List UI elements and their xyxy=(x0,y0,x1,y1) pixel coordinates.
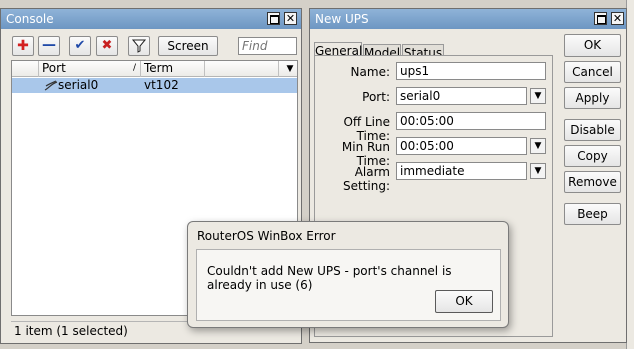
off-line-time-field[interactable]: 00:05:00 xyxy=(396,112,546,130)
table-row[interactable]: serial0 vt102 xyxy=(12,78,297,93)
new-ups-titlebar[interactable]: New UPS xyxy=(310,9,626,29)
apply-button[interactable]: Apply xyxy=(564,87,621,109)
name-label: Name: xyxy=(350,65,390,79)
disable-button[interactable]: Disable xyxy=(564,119,621,141)
table-header: Port / Term ▼ xyxy=(12,61,297,77)
plus-icon: ✚ xyxy=(17,38,29,54)
column-header-port[interactable]: Port / xyxy=(39,61,141,77)
name-field[interactable]: ups1 xyxy=(396,62,546,80)
min-run-time-dropdown-arrow-icon[interactable]: ▼ xyxy=(530,138,546,154)
apply-button-label: Apply xyxy=(575,91,610,105)
filter-icon xyxy=(131,39,147,53)
port-label: Port: xyxy=(362,90,390,104)
sort-icon: / xyxy=(132,63,136,73)
console-maximize-button[interactable] xyxy=(267,12,280,25)
copy-button-label: Copy xyxy=(577,149,608,163)
beep-button[interactable]: Beep xyxy=(564,203,621,225)
remove-button[interactable]: — xyxy=(38,36,60,56)
new-ups-maximize-button[interactable] xyxy=(594,12,607,25)
status-text: 1 item (1 selected) xyxy=(14,324,128,338)
alarm-setting-dropdown-arrow-icon[interactable]: ▼ xyxy=(530,163,546,179)
column-header-rest xyxy=(205,61,279,77)
ok-button[interactable]: OK xyxy=(564,34,621,57)
console-close-button[interactable]: ✕ xyxy=(284,12,297,25)
minus-icon: — xyxy=(42,37,56,53)
remove-button-label: Remove xyxy=(568,175,617,189)
screen-button-label: Screen xyxy=(167,39,209,53)
column-header-port-label: Port xyxy=(42,61,66,75)
error-dialog-body: Couldn't add New UPS - port's channel is… xyxy=(196,249,501,321)
min-run-time-label: Min Run Time: xyxy=(341,140,390,168)
check-icon: ✔ xyxy=(74,38,86,53)
console-title: Console xyxy=(6,12,54,26)
alarm-setting-label: Alarm Setting: xyxy=(342,165,390,193)
error-dialog: RouterOS WinBox Error Couldn't add New U… xyxy=(187,221,509,328)
new-ups-title: New UPS xyxy=(315,12,369,26)
error-dialog-title: RouterOS WinBox Error xyxy=(197,229,336,243)
console-titlebar[interactable]: Console xyxy=(1,9,301,29)
error-ok-button[interactable]: OK xyxy=(435,290,493,313)
cancel-button[interactable]: Cancel xyxy=(564,61,621,83)
min-run-time-field[interactable]: 00:05:00 xyxy=(396,137,527,155)
copy-button[interactable]: Copy xyxy=(564,145,621,167)
disable-button-label: Disable xyxy=(570,123,615,137)
enable-button[interactable]: ✔ xyxy=(69,36,91,56)
x-icon: ✖ xyxy=(101,38,113,53)
beep-button-label: Beep xyxy=(577,207,608,221)
find-input[interactable] xyxy=(238,37,297,55)
column-header-blank xyxy=(12,61,39,77)
background-window-strip xyxy=(626,0,634,349)
remove-button[interactable]: Remove xyxy=(564,171,621,193)
disable-button[interactable]: ✖ xyxy=(96,36,118,56)
new-ups-close-button[interactable]: ✕ xyxy=(611,12,624,25)
column-header-term-label: Term xyxy=(144,61,174,75)
ok-button-label: OK xyxy=(583,38,602,52)
port-select[interactable]: serial0 xyxy=(396,87,527,105)
alarm-setting-select[interactable]: immediate xyxy=(396,162,527,180)
error-message: Couldn't add New UPS - port's channel is… xyxy=(207,264,452,292)
cancel-button-label: Cancel xyxy=(572,65,613,79)
column-header-term[interactable]: Term xyxy=(141,61,205,77)
serial-port-icon xyxy=(44,80,58,91)
port-dropdown-arrow-icon[interactable]: ▼ xyxy=(530,88,546,104)
filter-button[interactable] xyxy=(128,36,150,56)
off-line-time-label: Off Line Time: xyxy=(343,115,390,143)
error-ok-button-label: OK xyxy=(455,294,473,308)
row-port: serial0 xyxy=(58,78,99,92)
screen-button[interactable]: Screen xyxy=(158,36,218,56)
columns-dropdown-icon[interactable]: ▼ xyxy=(283,61,297,77)
row-term: vt102 xyxy=(144,78,179,92)
add-button[interactable]: ✚ xyxy=(12,36,34,56)
